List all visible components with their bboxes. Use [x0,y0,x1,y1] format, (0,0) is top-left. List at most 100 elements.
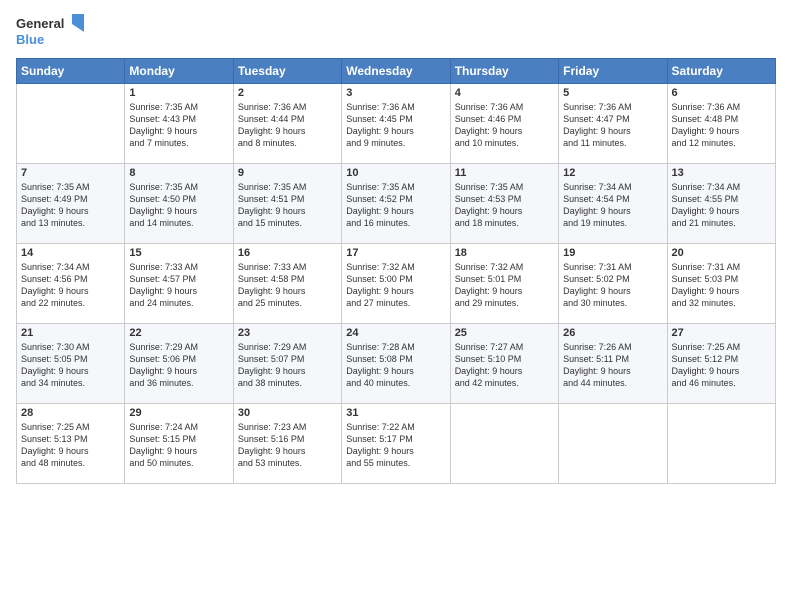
day-info: Sunset: 4:44 PM [238,113,337,125]
day-info: Sunset: 4:58 PM [238,273,337,285]
day-info: Daylight: 9 hours [346,285,445,297]
calendar-cell: 24Sunrise: 7:28 AMSunset: 5:08 PMDayligh… [342,324,450,404]
svg-text:General: General [16,16,64,31]
logo-svg: General Blue [16,12,86,52]
day-number: 9 [238,167,337,179]
week-row-4: 21Sunrise: 7:30 AMSunset: 5:05 PMDayligh… [17,324,776,404]
day-info: and 27 minutes. [346,297,445,309]
day-info: and 32 minutes. [672,297,771,309]
day-number: 31 [346,407,445,419]
day-info: and 15 minutes. [238,217,337,229]
day-number: 19 [563,247,662,259]
day-info: Daylight: 9 hours [21,365,120,377]
day-info: Daylight: 9 hours [238,285,337,297]
day-number: 15 [129,247,228,259]
calendar-cell: 10Sunrise: 7:35 AMSunset: 4:52 PMDayligh… [342,164,450,244]
calendar-cell: 12Sunrise: 7:34 AMSunset: 4:54 PMDayligh… [559,164,667,244]
day-info: Sunrise: 7:33 AM [238,261,337,273]
day-info: and 46 minutes. [672,377,771,389]
day-info: Sunset: 4:54 PM [563,193,662,205]
day-info: Sunset: 5:07 PM [238,353,337,365]
day-info: Daylight: 9 hours [129,285,228,297]
day-info: Sunset: 4:53 PM [455,193,554,205]
calendar-cell: 21Sunrise: 7:30 AMSunset: 5:05 PMDayligh… [17,324,125,404]
day-info: Sunset: 5:13 PM [21,433,120,445]
day-info: Sunset: 4:49 PM [21,193,120,205]
day-info: and 34 minutes. [21,377,120,389]
day-info: Sunrise: 7:36 AM [238,101,337,113]
calendar-cell: 16Sunrise: 7:33 AMSunset: 4:58 PMDayligh… [233,244,341,324]
day-number: 1 [129,87,228,99]
day-info: and 8 minutes. [238,137,337,149]
day-info: and 12 minutes. [672,137,771,149]
day-info: Sunrise: 7:32 AM [346,261,445,273]
calendar-cell: 29Sunrise: 7:24 AMSunset: 5:15 PMDayligh… [125,404,233,484]
day-info: Sunrise: 7:29 AM [238,341,337,353]
weekday-header-sunday: Sunday [17,59,125,84]
day-info: Sunset: 5:17 PM [346,433,445,445]
day-info: Sunrise: 7:36 AM [563,101,662,113]
day-number: 18 [455,247,554,259]
calendar-cell: 11Sunrise: 7:35 AMSunset: 4:53 PMDayligh… [450,164,558,244]
day-info: Sunrise: 7:35 AM [129,181,228,193]
day-info: Daylight: 9 hours [346,125,445,137]
calendar-cell: 3Sunrise: 7:36 AMSunset: 4:45 PMDaylight… [342,84,450,164]
day-info: Daylight: 9 hours [563,365,662,377]
calendar-cell: 2 Sunrise: 7:36 AMSunset: 4:44 PMDaylight… [233,84,341,164]
day-info: Sunrise: 7:31 AM [563,261,662,273]
day-number: 23 [238,327,337,339]
calendar-cell: 7Sunrise: 7:35 AMSunset: 4:49 PMDaylight… [17,164,125,244]
day-info: Daylight: 9 hours [346,205,445,217]
weekday-header-friday: Friday [559,59,667,84]
day-info: Daylight: 9 hours [672,205,771,217]
calendar-page: General Blue SundayMondayTuesdayWednesda… [0,0,792,612]
day-info: Sunrise: 7:32 AM [455,261,554,273]
calendar-cell: 13Sunrise: 7:34 AMSunset: 4:55 PMDayligh… [667,164,775,244]
header: General Blue [16,12,776,52]
day-info: Sunset: 5:16 PM [238,433,337,445]
day-info: and 36 minutes. [129,377,228,389]
day-info: and 18 minutes. [455,217,554,229]
day-info: Daylight: 9 hours [21,445,120,457]
day-info: Daylight: 9 hours [455,365,554,377]
day-info: and 21 minutes. [672,217,771,229]
day-info: Daylight: 9 hours [346,365,445,377]
day-info: Daylight: 9 hours [238,125,337,137]
day-info: and 50 minutes. [129,457,228,469]
day-info: Sunrise: 7:35 AM [238,181,337,193]
calendar-cell: 23 Sunrise: 7:29 AMSunset: 5:07 PMDayligh… [233,324,341,404]
week-row-1: 1Sunrise: 7:35 AMSunset: 4:43 PMDaylight… [17,84,776,164]
day-info: Sunset: 5:08 PM [346,353,445,365]
day-info: and 24 minutes. [129,297,228,309]
day-info: Daylight: 9 hours [672,365,771,377]
calendar-cell: 17Sunrise: 7:32 AMSunset: 5:00 PMDayligh… [342,244,450,324]
calendar-cell: 14Sunrise: 7:34 AMSunset: 4:56 PMDayligh… [17,244,125,324]
day-number: 10 [346,167,445,179]
day-info: Daylight: 9 hours [238,365,337,377]
day-info: and 10 minutes. [455,137,554,149]
day-info: Daylight: 9 hours [563,285,662,297]
day-info: Sunset: 5:03 PM [672,273,771,285]
day-number: 13 [672,167,771,179]
day-number: 6 [672,87,771,99]
calendar-cell [559,404,667,484]
calendar-cell: 31Sunrise: 7:22 AMSunset: 5:17 PMDayligh… [342,404,450,484]
day-info: Sunrise: 7:35 AM [21,181,120,193]
day-info: Daylight: 9 hours [455,205,554,217]
day-info: Sunrise: 7:24 AM [129,421,228,433]
day-number: 7 [21,167,120,179]
day-info: Daylight: 9 hours [672,125,771,137]
day-info: and 55 minutes. [346,457,445,469]
weekday-header-wednesday: Wednesday [342,59,450,84]
day-info: Sunset: 5:01 PM [455,273,554,285]
calendar-cell: 18Sunrise: 7:32 AMSunset: 5:01 PMDayligh… [450,244,558,324]
day-info: Sunrise: 7:34 AM [21,261,120,273]
day-number: 2 [238,87,337,99]
svg-text:Blue: Blue [16,32,44,47]
day-info: and 40 minutes. [346,377,445,389]
day-info: Sunrise: 7:36 AM [672,101,771,113]
day-info: Daylight: 9 hours [238,205,337,217]
day-info: Sunset: 5:11 PM [563,353,662,365]
weekday-header-thursday: Thursday [450,59,558,84]
day-info: and 13 minutes. [21,217,120,229]
